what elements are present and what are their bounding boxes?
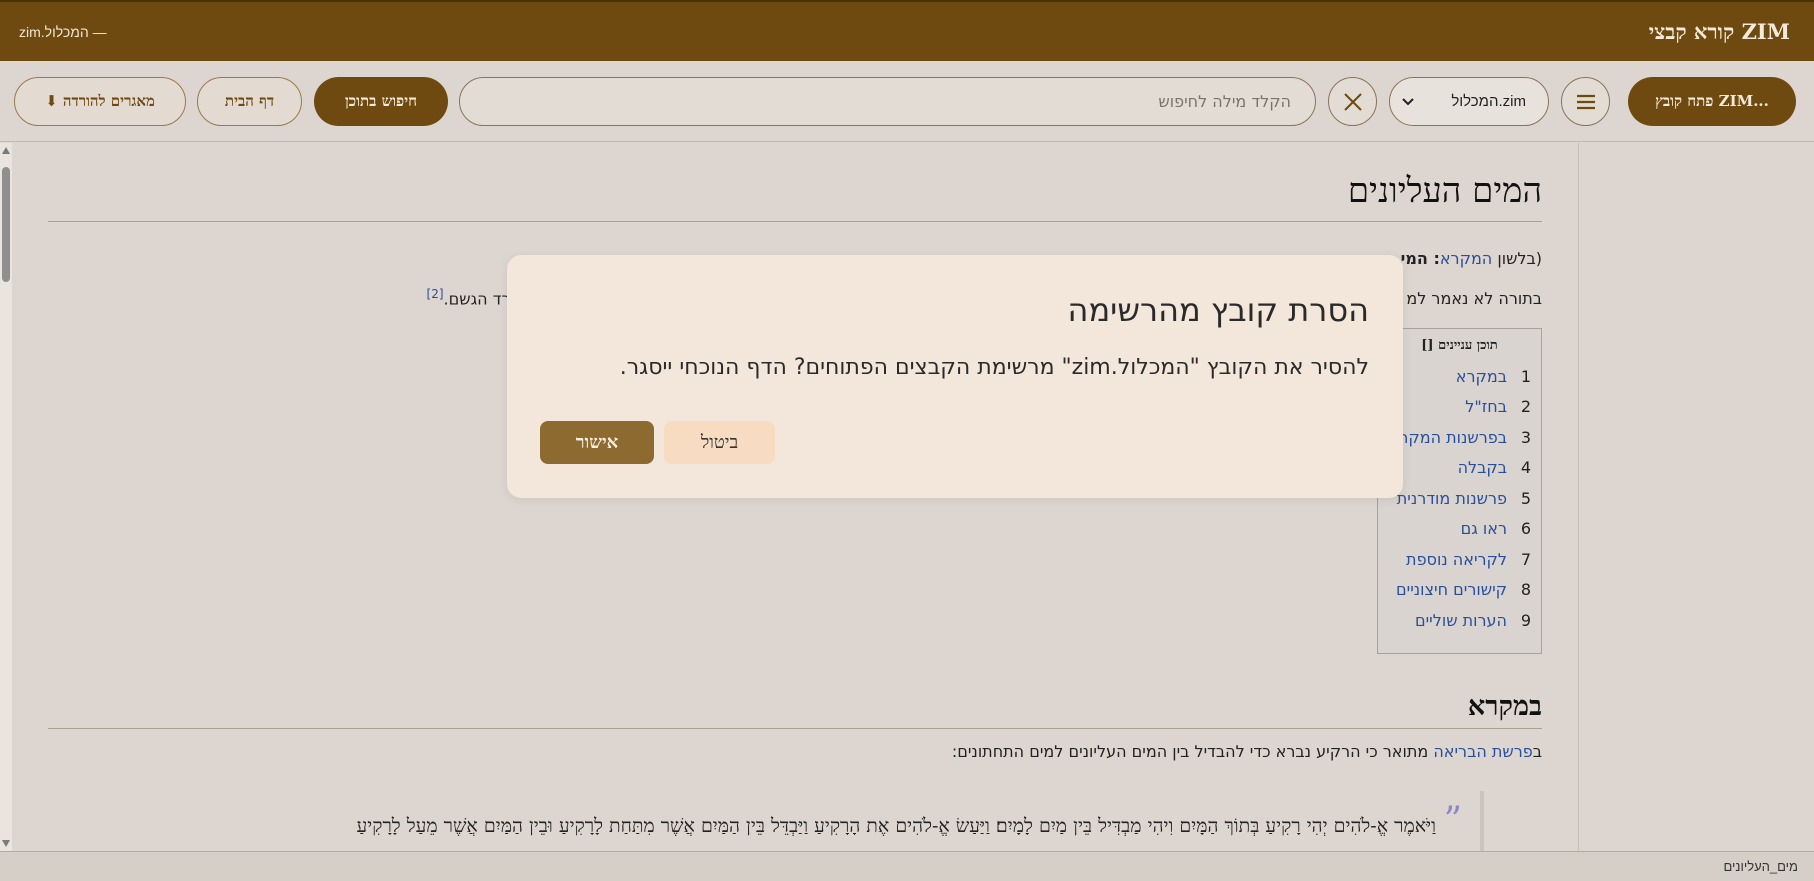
search-input[interactable] (484, 92, 1291, 111)
confirm-button[interactable]: אישור (540, 421, 654, 464)
side-panel (1578, 143, 1814, 851)
section-paragraph: בפרשת הבריאה מתואר כי הרקיע נברא כדי להב… (951, 742, 1542, 761)
chevron-down-icon (1402, 97, 1414, 105)
vertical-scrollbar[interactable] (0, 143, 12, 851)
section-heading: במקרא (1467, 691, 1542, 722)
paragraph-2-start: בתורה לא נאמר למ (1406, 289, 1542, 308)
file-select[interactable]: המכלול.zim (1389, 77, 1549, 126)
link-mikra[interactable]: המקרא (1440, 249, 1492, 268)
toc-item[interactable]: 1 במקרא (1388, 361, 1531, 392)
cancel-button[interactable]: ביטול (664, 421, 775, 464)
quote-text: וַיֹּאמֶר אֱ-לֹהִים יְהִי רָקִיעַ בְּתוֹ… (356, 815, 1436, 837)
footnote-ref[interactable]: [2] (427, 287, 444, 301)
search-content-button[interactable]: חיפוש בתוכן (314, 77, 448, 126)
status-text: מים_העליונים (1723, 859, 1798, 874)
home-button[interactable]: דף הבית (197, 77, 302, 126)
toc-item[interactable]: 3 בפרשנות המקרא (1388, 422, 1531, 453)
quote-mark-icon: ” (1443, 800, 1462, 841)
intro-paragraph: (בלשון המקרא: המי (1400, 249, 1542, 268)
toc-title: תוכן עניינים [] (1421, 338, 1498, 353)
title-bar: zim.המכלול — קורא קבצי ZIM (0, 0, 1814, 61)
toc-item[interactable]: 7 לקריאה נוספת (1388, 544, 1531, 575)
toc-item[interactable]: 4 בקבלה (1388, 453, 1531, 484)
section-divider (48, 728, 1542, 729)
quote-bar (1480, 791, 1484, 851)
link-creation[interactable]: פרשת הבריאה (1433, 742, 1532, 761)
title-divider (48, 221, 1542, 222)
remove-file-dialog: הסרת קובץ מהרשימה להסיר את הקובץ "המכלול… (507, 255, 1403, 498)
menu-button[interactable] (1561, 77, 1610, 126)
open-zim-button[interactable]: פתח קובץ ZIM... (1628, 77, 1796, 126)
toc-item[interactable]: 8 קישורים חיצוניים (1388, 575, 1531, 606)
toc-item[interactable]: 2 בחז"ל (1388, 392, 1531, 423)
scroll-up-icon[interactable] (2, 147, 10, 154)
page-title: המים העליונים (1347, 171, 1542, 211)
app-title: קורא קבצי ZIM (1648, 18, 1790, 44)
scroll-down-icon[interactable] (2, 840, 10, 847)
toc-item[interactable]: 6 ראו גם (1388, 514, 1531, 545)
search-box[interactable] (459, 77, 1316, 126)
hamburger-icon (1576, 94, 1595, 109)
toc-item[interactable]: 5 פרשנות מודרנית (1388, 483, 1531, 514)
close-icon (1343, 92, 1362, 111)
file-select-value: המכלול.zim (1451, 93, 1526, 110)
clear-button[interactable] (1328, 77, 1377, 126)
dialog-message: להסיר את הקובץ "המכלול.zim" מרשימת הקבצי… (619, 355, 1369, 380)
download-repos-button[interactable]: ⬇ מאגרים להורדה (14, 77, 186, 126)
toolbar: ⬇ מאגרים להורדה דף הבית חיפוש בתוכן המכל… (0, 61, 1814, 142)
scroll-thumb[interactable] (2, 167, 10, 282)
toc-item[interactable]: 9 הערות שוליים (1388, 605, 1531, 636)
dialog-title: הסרת קובץ מהרשימה (1067, 291, 1369, 329)
status-bar: מים_העליונים (0, 851, 1814, 881)
window-title: zim.המכלול — (19, 23, 107, 40)
